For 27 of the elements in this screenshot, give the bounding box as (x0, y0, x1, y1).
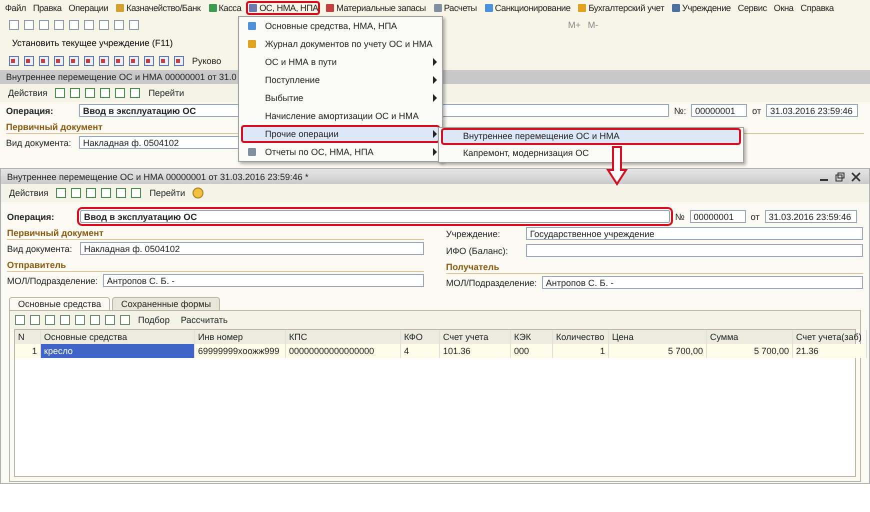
window-title: Внутреннее перемещение ОС и НМА 00000001 от 31.03.2016 23:59:46 * (7, 172, 309, 182)
field-label: №: (674, 106, 686, 116)
field-label: МОЛ/Подразделение: (7, 276, 98, 286)
table-cell: 4 (401, 344, 440, 358)
field-label: ИФО (Баланс): (446, 246, 509, 256)
field-label: МОЛ/Подразделение: (446, 278, 537, 288)
field-label: Вид документа: (6, 138, 72, 148)
table-cell: 1 (553, 344, 609, 358)
section-heading: Первичный документ (7, 225, 424, 240)
field-label: от (752, 106, 762, 116)
field-label: от (750, 212, 760, 222)
section-heading: Получатель (446, 259, 863, 274)
table-cell: 00000000000000000 (286, 344, 401, 358)
table-cell: 21.36 (793, 344, 867, 358)
section-heading: Отправитель (7, 257, 424, 272)
table-cell: 101.36 (440, 344, 511, 358)
field-label: Вид документа: (7, 244, 74, 254)
table-cell: 5 700,00 (707, 344, 793, 358)
field-label: № (675, 212, 685, 222)
table-cell: 1 (15, 344, 41, 358)
field-label: Операция: (6, 106, 54, 116)
table-cell: кресло (41, 344, 195, 358)
table-cell: 000 (511, 344, 553, 358)
field-label: Операция: (7, 212, 56, 222)
table-cell: 69999999хоожж999 (195, 344, 286, 358)
field-label: Учреждение: (446, 228, 502, 238)
table-cell: 5 700,00 (609, 344, 707, 358)
